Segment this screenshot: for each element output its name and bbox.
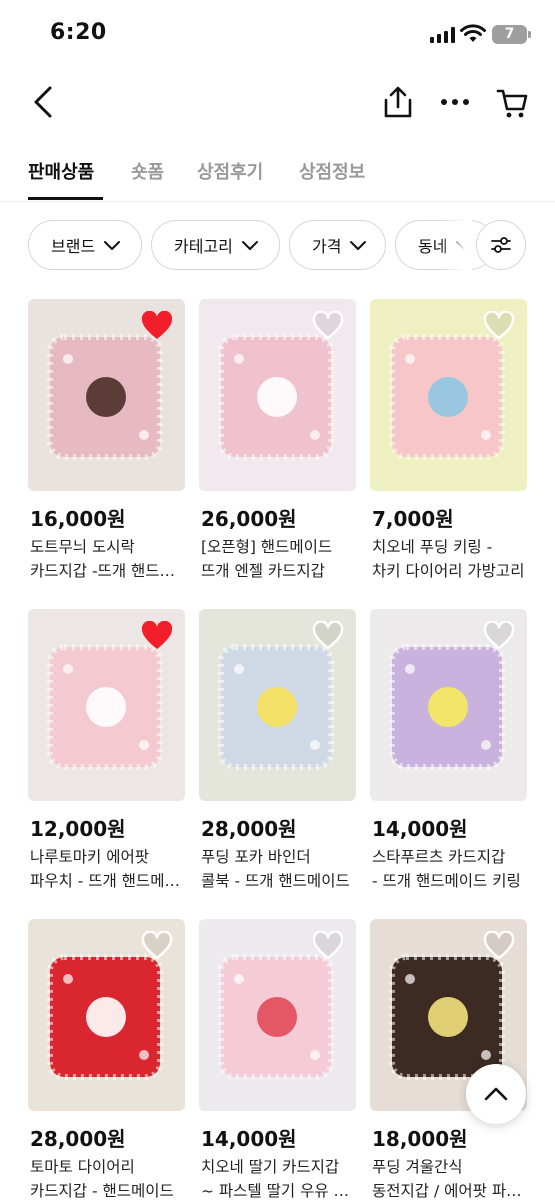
heart-outline-icon[interactable] <box>312 620 344 651</box>
product-title-line: 콜북 - 뜨개 핸드메이드 <box>201 872 350 890</box>
product-title-line: 토마토 다이어리 <box>30 1158 135 1176</box>
filter-bar: 브랜드 카테고리 가격 동네 <box>0 218 555 272</box>
heart-filled-icon[interactable] <box>141 310 173 341</box>
product-price: 18,000원 <box>372 1127 468 1151</box>
tab-shortform[interactable]: 숏폼 <box>131 158 164 184</box>
product-price: 26,000원 <box>201 507 297 531</box>
product-title-line: 치오네 푸딩 키링 - <box>372 538 493 556</box>
product-title: 푸딩 겨울간식동전지갑 / 에어팟 파우치 <box>372 1155 527 1200</box>
product-card[interactable]: 26,000원 [오픈형] 핸드메이드뜨개 엔젤 카드지갑 <box>199 299 356 589</box>
filter-settings-button[interactable] <box>476 220 526 270</box>
heart-outline-icon[interactable] <box>141 930 173 961</box>
product-title-line: ~ 파스텔 딸기 우유 핑크 <box>201 1182 356 1200</box>
wifi-icon <box>460 24 486 42</box>
product-card[interactable]: 12,000원나루토마키 에어팟파우치 - 뜨개 핸드메이드 <box>28 609 185 899</box>
battery-icon: 7 <box>492 25 527 44</box>
product-price: 7,000원 <box>372 507 454 531</box>
product-title: [오픈형] 핸드메이드뜨개 엔젤 카드지갑 <box>201 535 356 583</box>
chevron-down-icon <box>350 241 367 250</box>
product-title-line: 치오네 딸기 카드지갑 <box>201 1158 340 1176</box>
product-title-line: 동전지갑 / 에어팟 파우치 <box>372 1182 527 1200</box>
product-price: 28,000원 <box>201 817 297 841</box>
heart-outline-icon[interactable] <box>483 620 515 651</box>
product-card[interactable]: 7,000원치오네 푸딩 키링 - 차키 다이어리 가방고리 <box>370 299 527 589</box>
product-card[interactable]: 18,000원푸딩 겨울간식동전지갑 / 에어팟 파우치 <box>370 919 527 1200</box>
product-title-line: 카드지갑 - 핸드메이드 <box>30 1182 174 1200</box>
cart-icon[interactable] <box>496 87 528 119</box>
product-card[interactable]: 14,000원스타푸르츠 카드지갑 - 뜨개 핸드메이드 키링 <box>370 609 527 899</box>
product-title-line: 카드지갑 -뜨개 핸드메이드 <box>30 562 185 580</box>
product-title: 치오네 푸딩 키링 - 차키 다이어리 가방고리 <box>372 535 527 583</box>
share-icon[interactable] <box>382 85 414 119</box>
heart-outline-icon[interactable] <box>312 930 344 961</box>
product-title: 푸딩 포카 바인더콜북 - 뜨개 핸드메이드 <box>201 845 356 893</box>
tab-reviews[interactable]: 상점후기 <box>197 158 263 184</box>
filter-category-label: 카테고리 <box>174 237 233 256</box>
product-title-line: 푸딩 겨울간식 <box>372 1158 463 1176</box>
product-price: 16,000원 <box>30 507 126 531</box>
product-card[interactable]: 16,000원도트무늬 도시락카드지갑 -뜨개 핸드메이드 <box>28 299 185 589</box>
filter-price[interactable]: 가격 <box>289 220 386 270</box>
product-price: 14,000원 <box>201 1127 297 1151</box>
product-price: 14,000원 <box>372 817 468 841</box>
chevron-down-icon <box>104 241 121 250</box>
product-price: 28,000원 <box>30 1127 126 1151</box>
filter-brand-label: 브랜드 <box>51 237 96 256</box>
product-title: 도트무늬 도시락카드지갑 -뜨개 핸드메이드 <box>30 535 185 583</box>
battery-tip <box>528 31 531 38</box>
heart-outline-icon[interactable] <box>483 310 515 341</box>
product-title-line: 뜨개 엔젤 카드지갑 <box>201 562 325 580</box>
product-title-line: 차키 다이어리 가방고리 <box>372 562 525 580</box>
product-card[interactable]: 14,000원치오네 딸기 카드지갑 ~ 파스텔 딸기 우유 핑크 <box>199 919 356 1200</box>
filter-price-label: 가격 <box>312 237 342 256</box>
filter-fade <box>440 218 472 272</box>
product-title-line: 파우치 - 뜨개 핸드메이드 <box>30 872 185 890</box>
scroll-top-button[interactable] <box>466 1064 526 1124</box>
heart-outline-icon[interactable] <box>312 310 344 341</box>
product-title-line: 푸딩 포카 바인더 <box>201 848 311 866</box>
product-title: 토마토 다이어리카드지갑 - 핸드메이드 <box>30 1155 185 1200</box>
filter-category[interactable]: 카테고리 <box>151 220 280 270</box>
status-time: 6:20 <box>50 20 107 45</box>
more-icon[interactable] <box>440 98 470 106</box>
sliders-icon <box>491 237 511 253</box>
active-tab-indicator <box>28 197 103 200</box>
top-nav <box>0 75 555 130</box>
product-title: 스타푸르츠 카드지갑 - 뜨개 핸드메이드 키링 <box>372 845 527 893</box>
chevron-down-icon <box>241 241 258 250</box>
status-bar: 6:20 7 <box>0 0 555 70</box>
tab-store-info[interactable]: 상점정보 <box>299 158 365 184</box>
back-icon[interactable] <box>30 85 56 119</box>
product-price: 12,000원 <box>30 817 126 841</box>
product-title-line: 도트무늬 도시락 <box>30 538 135 556</box>
product-title: 나루토마키 에어팟파우치 - 뜨개 핸드메이드 <box>30 845 185 893</box>
tab-products[interactable]: 판매상품 <box>28 158 94 184</box>
filter-brand[interactable]: 브랜드 <box>28 220 142 270</box>
heart-filled-icon[interactable] <box>141 620 173 651</box>
product-card[interactable]: 28,000원토마토 다이어리카드지갑 - 핸드메이드 <box>28 919 185 1200</box>
product-card[interactable]: 28,000원푸딩 포카 바인더콜북 - 뜨개 핸드메이드 <box>199 609 356 899</box>
product-title-line: [오픈형] 핸드메이드 <box>201 538 333 556</box>
heart-outline-icon[interactable] <box>483 930 515 961</box>
store-tabs: 판매상품 숏폼 상점후기 상점정보 <box>0 150 555 202</box>
signal-icon <box>430 27 456 43</box>
product-title-line: 나루토마키 에어팟 <box>30 848 150 866</box>
product-title-line: - 뜨개 핸드메이드 키링 <box>372 872 521 890</box>
product-title: 치오네 딸기 카드지갑 ~ 파스텔 딸기 우유 핑크 <box>201 1155 356 1200</box>
product-title-line: 스타푸르츠 카드지갑 <box>372 848 506 866</box>
chevron-up-icon <box>484 1087 508 1101</box>
